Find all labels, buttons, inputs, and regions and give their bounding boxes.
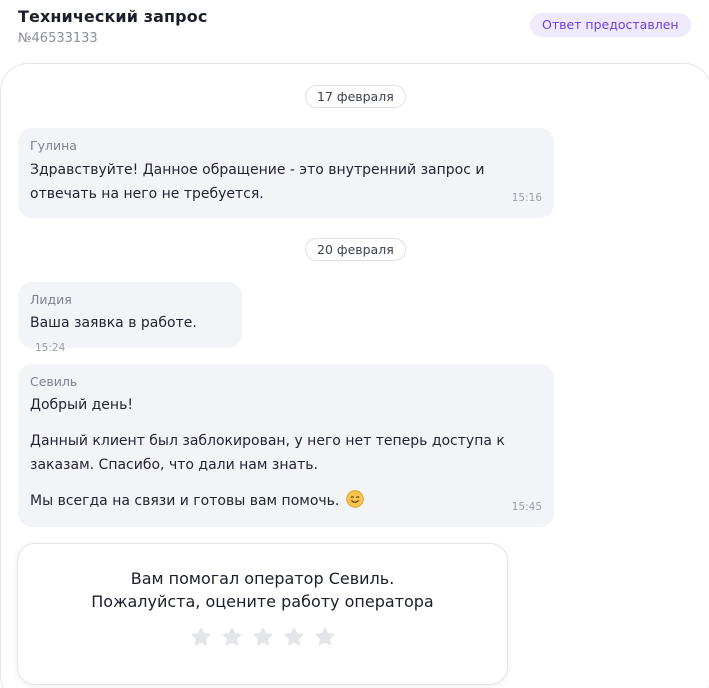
request-header: Технический запрос №46533133 Ответ предо…: [0, 0, 709, 64]
message-text[interactable]: Здравствуйте! Данное обращение - это вну…: [30, 158, 542, 206]
date-separator: 20 февраля: [305, 238, 406, 261]
rating-prompt-text: Пожалуйста, оцените работу оператора: [91, 592, 434, 611]
message-line: Добрый день!: [30, 397, 133, 413]
star-icon[interactable]: [190, 626, 212, 648]
message-line: Мы всегда на связи и готовы вам помочь.: [30, 489, 542, 516]
star-icon[interactable]: [221, 626, 243, 648]
message-bubble: Севиль Добрый день! Данный клиент был за…: [18, 364, 554, 527]
message-bubble: Гулина Здравствуйте! Данное обращение - …: [18, 128, 554, 218]
star-icon[interactable]: [252, 626, 274, 648]
rating-operator-text: Вам помогал оператор Севиль.: [130, 569, 395, 588]
message-line: Данный клиент был заблокирован, у него н…: [30, 433, 505, 449]
message-author: Севиль: [30, 374, 78, 389]
message-time: 15:16: [511, 192, 542, 204]
message-line: отвечать на него не требуется.: [30, 186, 264, 202]
message-line: Ваша заявка в работе.: [30, 315, 197, 331]
request-title: Технический запрос: [18, 7, 208, 26]
operator-rating-card: Вам помогал оператор Севиль. Пожалуйста,…: [17, 543, 508, 685]
star-icon[interactable]: [314, 626, 336, 648]
message-author: Гулина: [30, 138, 77, 153]
rating-stars: [190, 626, 336, 648]
message-text[interactable]: Ваша заявка в работе. 15:24: [30, 311, 230, 360]
date-separator: 17 февраля: [305, 85, 406, 108]
message-bubble: Лидия Ваша заявка в работе. 15:24: [18, 282, 242, 354]
message-author: Лидия: [30, 292, 72, 307]
message-time: 15:24: [35, 342, 66, 354]
message-time: 15:45: [511, 501, 542, 513]
message-text[interactable]: Добрый день! Данный клиент был заблокиро…: [30, 393, 542, 516]
request-number: №46533133: [18, 31, 98, 46]
star-icon[interactable]: [283, 626, 305, 648]
message-line: заказам. Спасибо, что дали нам знать.: [30, 457, 318, 473]
status-badge: Ответ предоставлен: [530, 13, 691, 37]
smiling-face-icon: [346, 490, 364, 516]
message-line: Здравствуйте! Данное обращение - это вну…: [30, 162, 485, 178]
